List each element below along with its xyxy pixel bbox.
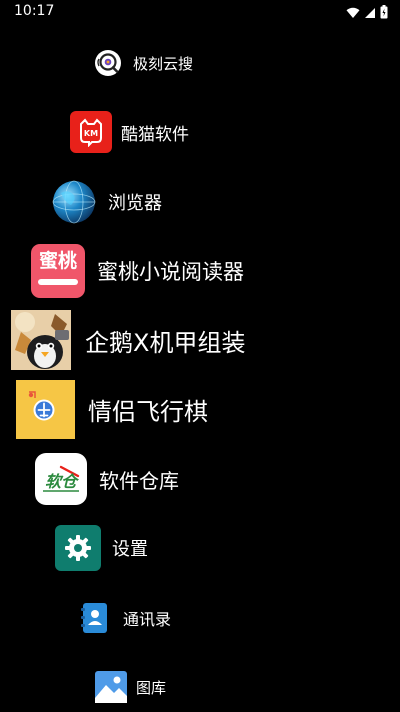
- app-label: 软件仓库: [99, 468, 179, 493]
- app-item-kumao-software[interactable]: KM 酷猫软件: [70, 111, 189, 153]
- signal-icon: [364, 4, 376, 23]
- gear-icon: [55, 525, 101, 571]
- status-bar: 10:17: [0, 0, 400, 24]
- app-label: 酷猫软件: [121, 124, 189, 145]
- gallery-icon: [95, 671, 127, 703]
- contacts-icon: [79, 602, 111, 634]
- app-label: 设置: [112, 539, 148, 560]
- app-label: 情侣飞行棋: [88, 398, 208, 426]
- flying-chess-icon: [16, 380, 75, 439]
- mitao-icon-text: 蜜桃: [38, 249, 77, 272]
- status-icons: [346, 4, 388, 23]
- app-item-jike-search[interactable]: 极刻云搜: [94, 48, 193, 78]
- app-item-contacts[interactable]: 通讯录: [79, 602, 171, 634]
- software-warehouse-icon: 软仓: [35, 453, 87, 505]
- app-item-mitao-novel[interactable]: 蜜桃 蜜桃小说阅读器: [31, 244, 244, 298]
- wifi-icon: [346, 4, 360, 23]
- kumao-km-icon: KM: [70, 111, 112, 153]
- battery-icon: [380, 4, 388, 23]
- app-label: 图库: [136, 678, 167, 697]
- globe-browser-icon: [51, 179, 97, 225]
- app-item-settings[interactable]: 设置: [55, 525, 148, 571]
- app-item-software-warehouse[interactable]: 软仓 软件仓库: [35, 453, 179, 505]
- warehouse-icon-text: 软仓: [45, 472, 80, 491]
- app-item-penguin-mecha[interactable]: 企鹅X机甲组装: [11, 310, 245, 370]
- app-label: 蜜桃小说阅读器: [97, 260, 244, 284]
- app-label: 浏览器: [108, 193, 162, 214]
- mitao-novel-icon: 蜜桃: [31, 244, 85, 298]
- app-item-browser[interactable]: 浏览器: [51, 179, 162, 225]
- jike-search-icon: [94, 49, 122, 77]
- kumao-icon-text: KM: [84, 129, 98, 138]
- app-label: 通讯录: [123, 610, 172, 629]
- status-time: 10:17: [14, 3, 55, 19]
- app-list-screen: 10:17 极刻云搜 KM 酷猫软件 浏览器 蜜桃 蜜桃小说阅读器 企鹅X机甲组…: [0, 0, 400, 712]
- penguin-mecha-icon: [11, 310, 71, 370]
- app-item-flying-chess[interactable]: 情侣飞行棋: [16, 380, 208, 439]
- app-item-gallery[interactable]: 图库: [95, 671, 166, 703]
- app-label: 企鹅X机甲组装: [85, 328, 246, 357]
- app-label: 极刻云搜: [133, 54, 194, 73]
